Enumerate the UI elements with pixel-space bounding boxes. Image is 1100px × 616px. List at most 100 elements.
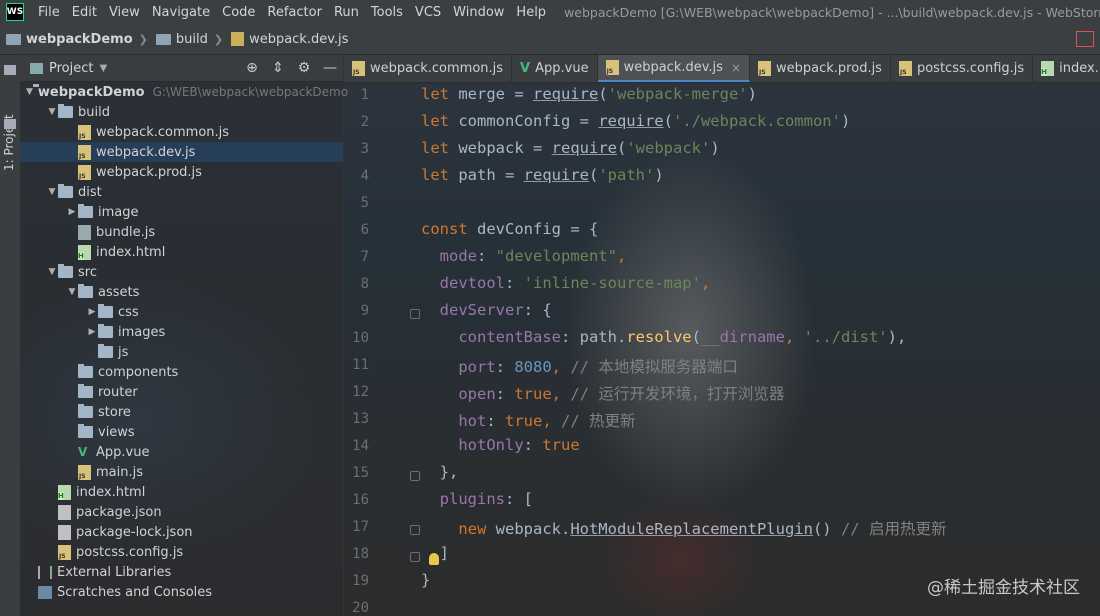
breadcrumb-build[interactable]: build: [150, 32, 212, 47]
menu-edit[interactable]: Edit: [66, 5, 103, 20]
breadcrumb-file[interactable]: webpack.dev.js: [225, 32, 352, 47]
folder-icon: [78, 204, 93, 218]
gear-icon[interactable]: ⚙: [295, 59, 313, 77]
breadcrumb-project-label: webpackDemo: [26, 31, 133, 47]
menu-window[interactable]: Window: [447, 5, 510, 20]
tree-item[interactable]: postcss.config.js: [20, 542, 343, 562]
editor-tab[interactable]: webpack.dev.js ×: [597, 55, 751, 82]
code-token: path =: [458, 166, 524, 184]
code-token: (: [588, 166, 599, 184]
console-icon: [38, 585, 52, 599]
html-file-icon: [1041, 61, 1055, 76]
tree-item[interactable]: ▶ css: [20, 302, 343, 322]
code-token: : [: [505, 490, 533, 508]
menu-file[interactable]: File: [32, 5, 66, 20]
vue-file-icon: V: [520, 61, 531, 76]
code-line: let commonConfig = require('./webpack.co…: [421, 112, 850, 130]
line-number: 20: [352, 600, 369, 616]
menu-vcs[interactable]: VCS: [409, 5, 447, 20]
editor-tab[interactable]: index.: [1033, 55, 1100, 82]
folder-icon: [78, 364, 93, 378]
chevron-right-icon: ❯: [138, 32, 148, 46]
tree-item[interactable]: ▼ dist: [20, 182, 343, 202]
tree-item[interactable]: bundle.js: [20, 222, 343, 242]
tree-item[interactable]: ▶ images: [20, 322, 343, 342]
fold-marker-icon[interactable]: [410, 525, 420, 535]
chevron-down-icon[interactable]: ▼: [66, 287, 78, 297]
chevron-right-icon[interactable]: ▶: [86, 327, 98, 337]
tree-item[interactable]: package-lock.json: [20, 522, 343, 542]
tree-item[interactable]: package.json: [20, 502, 343, 522]
editor-tab-label: webpack.prod.js: [776, 61, 882, 76]
tree-item[interactable]: ▼ webpackDemo G:\WEB\webpack\webpackDemo: [20, 82, 348, 102]
tree-item[interactable]: External Libraries: [20, 562, 343, 582]
code-token: contentBase: [458, 328, 561, 346]
code-token: (: [691, 328, 701, 346]
tree-item[interactable]: ▶ image: [20, 202, 343, 222]
menu-view[interactable]: View: [103, 5, 146, 20]
chevron-right-icon[interactable]: ▶: [66, 207, 78, 217]
tree-item[interactable]: index.html: [20, 242, 343, 262]
chevron-right-icon[interactable]: ▶: [86, 307, 98, 317]
code-token: ,: [542, 412, 561, 430]
close-icon[interactable]: ×: [731, 61, 741, 75]
code-token: true: [505, 412, 543, 430]
menu-help[interactable]: Help: [510, 5, 552, 20]
editor-tab[interactable]: postcss.config.js: [891, 55, 1034, 82]
collapse-all-icon[interactable]: ⇕: [269, 59, 287, 77]
fold-marker-icon[interactable]: [410, 471, 420, 481]
code-token: :: [523, 436, 543, 454]
tree-item[interactable]: store: [20, 402, 343, 422]
menu-tools[interactable]: Tools: [365, 5, 409, 20]
project-panel-title[interactable]: Project: [49, 61, 93, 76]
tree-item[interactable]: ▼ src: [20, 262, 343, 282]
code-editor[interactable]: 1 2 3 4 5 6 7 8 9 10 11 12 13 14 15 16 17 18 19 20 let merg…: [344, 83, 1100, 616]
watermark: @稀土掘金技术社区: [927, 578, 1080, 598]
fold-marker-icon[interactable]: [410, 309, 420, 319]
breadcrumb-project[interactable]: webpackDemo: [0, 32, 137, 47]
window-control-icon[interactable]: [1076, 31, 1094, 47]
tree-item[interactable]: ▼ build: [20, 102, 343, 122]
menu-code[interactable]: Code: [216, 5, 261, 20]
tree-item[interactable]: webpack.dev.js: [20, 142, 343, 162]
tree-item[interactable]: index.html: [20, 482, 343, 502]
chevron-down-icon[interactable]: ▼: [99, 63, 107, 74]
chevron-down-icon[interactable]: ▼: [46, 107, 58, 117]
chevron-down-icon[interactable]: ▼: [46, 187, 58, 197]
tree-item[interactable]: js: [20, 342, 343, 362]
tree-item[interactable]: router: [20, 382, 343, 402]
menu-refactor[interactable]: Refactor: [261, 5, 328, 20]
tree-item-label: index.html: [76, 484, 146, 500]
editor-tab[interactable]: webpack.common.js: [344, 55, 513, 82]
code-token: // 运行开发环境，打开浏览器: [570, 385, 785, 403]
menu-navigate[interactable]: Navigate: [146, 5, 216, 20]
menu-run[interactable]: Run: [328, 5, 365, 20]
tree-item-label: build: [78, 104, 110, 120]
code-token: hotOnly: [458, 436, 524, 454]
tree-item[interactable]: main.js: [20, 462, 343, 482]
tree-item[interactable]: webpack.common.js: [20, 122, 343, 142]
tree-item[interactable]: ▼ assets: [20, 282, 343, 302]
chevron-down-icon[interactable]: ▼: [26, 87, 33, 97]
tree-item[interactable]: V App.vue: [20, 442, 343, 462]
tree-item[interactable]: webpack.prod.js: [20, 162, 343, 182]
project-tree: ▼ webpackDemo G:\WEB\webpack\webpackDemo ▼ b…: [20, 82, 348, 602]
chevron-down-icon[interactable]: ▼: [46, 267, 58, 277]
tree-item[interactable]: Scratches and Consoles: [20, 582, 343, 602]
tree-item[interactable]: views: [20, 422, 343, 442]
editor-tab[interactable]: webpack.prod.js: [750, 55, 891, 82]
tree-item-label: postcss.config.js: [76, 544, 184, 560]
folder-icon: [58, 184, 73, 198]
minimize-icon[interactable]: —: [321, 59, 339, 77]
code-token: let: [421, 139, 459, 157]
code-token: '../dist': [803, 328, 888, 346]
fold-marker-icon[interactable]: [410, 552, 420, 562]
locate-icon[interactable]: ⊕: [243, 59, 261, 77]
project-panel: Project ▼ ⊕ ⇕ ⚙ — ▼ webpackDemo G:\WEB\web…: [20, 55, 348, 616]
tree-item-label: images: [118, 324, 166, 340]
tree-item[interactable]: components: [20, 362, 343, 382]
editor-tab[interactable]: V App.vue: [512, 55, 598, 82]
project-tool-icon[interactable]: [4, 65, 16, 75]
code-token: ): [710, 139, 720, 157]
